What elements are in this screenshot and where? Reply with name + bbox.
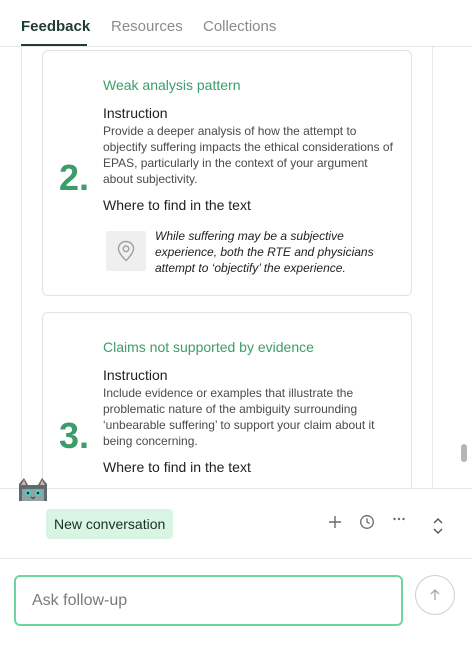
feedback-card-title: Weak analysis pattern <box>103 77 241 93</box>
where-heading: Where to find in the text <box>103 197 251 213</box>
quoted-passage: While suffering may be a subjective expe… <box>155 229 374 275</box>
scrollbar-thumb[interactable] <box>461 444 467 462</box>
feedback-list[interactable]: Weak analysis pattern 2. Instruction Pro… <box>0 47 472 488</box>
left-rule <box>21 47 22 488</box>
chat-panel: New conversation <box>0 478 472 649</box>
feedback-card-number: 3. <box>59 415 90 456</box>
tab-bar: Feedback Resources Collections <box>0 0 472 48</box>
tab-collections[interactable]: Collections <box>203 18 276 35</box>
send-arrow-icon <box>430 589 440 601</box>
new-conversation-button[interactable]: New conversation <box>46 509 174 539</box>
plus-icon[interactable] <box>324 511 346 533</box>
feedback-card: Claims not supported by evidence 3. Inst… <box>42 312 412 488</box>
expand-icon[interactable] <box>427 511 449 534</box>
right-rule <box>432 47 433 488</box>
follow-up-input[interactable] <box>14 575 403 626</box>
history-icon[interactable] <box>356 511 378 533</box>
tab-feedback[interactable]: Feedback <box>21 18 90 35</box>
location-pin-icon <box>117 240 135 262</box>
feedback-card: Weak analysis pattern 2. Instruction Pro… <box>42 50 412 296</box>
feedback-card-number: 2. <box>59 157 90 198</box>
send-button[interactable] <box>415 575 455 615</box>
panel-divider <box>0 558 472 559</box>
cat-mascot-icon <box>19 478 47 501</box>
tab-resources[interactable]: Resources <box>111 18 183 35</box>
where-heading: Where to find in the text <box>103 459 251 475</box>
feedback-card-title: Claims not supported by evidence <box>103 339 314 355</box>
more-icon[interactable] <box>388 511 410 533</box>
instruction-heading: Instruction <box>103 367 168 383</box>
locate-in-text-button[interactable] <box>106 231 146 271</box>
instruction-heading: Instruction <box>103 105 168 121</box>
instruction-text: Provide a deeper analysis of how the att… <box>103 124 393 186</box>
instruction-text: Include evidence or examples that illust… <box>103 386 375 448</box>
